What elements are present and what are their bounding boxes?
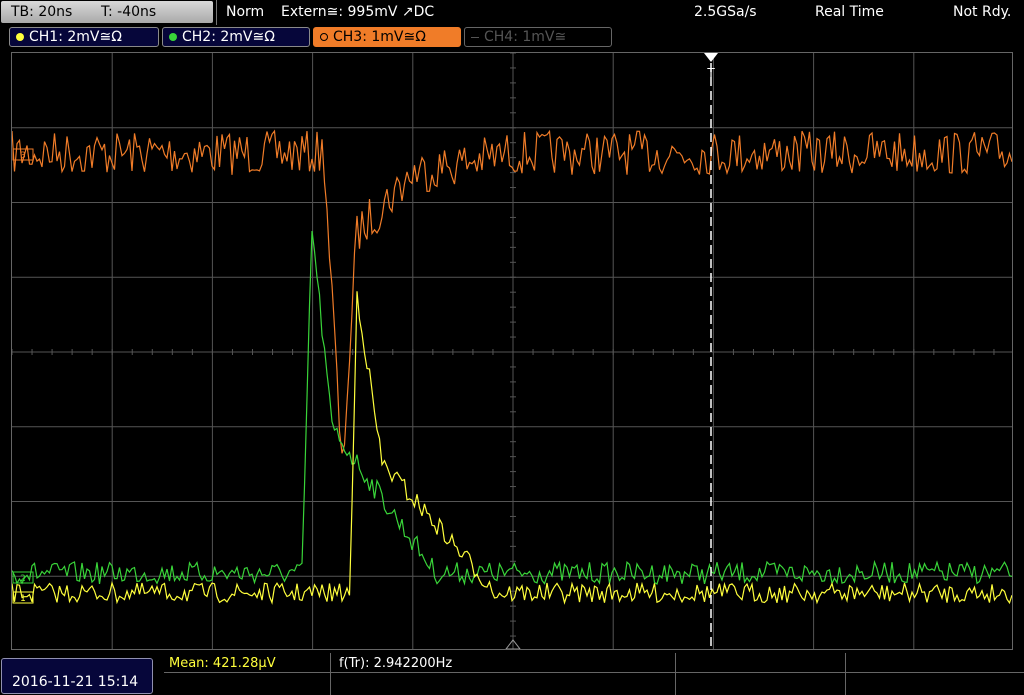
acquisition-mode[interactable]: Real Time [815, 4, 884, 20]
tab-ch1[interactable]: CH1: 2mV≅Ω [9, 27, 159, 47]
timebase-label: TB: 20ns [11, 4, 73, 20]
ch1-label: CH1: 2mV≅Ω [29, 29, 122, 45]
ch4-indicator-icon [471, 37, 479, 38]
freq-cell[interactable]: f(Tr): 2.942200Hz [331, 653, 676, 673]
empty-cell[interactable] [164, 673, 331, 695]
status-bar: TB: 20ns T: -40ns Norm Extern≅: 995mV ↗D… [0, 0, 1024, 25]
trigger-arrow-icon[interactable] [704, 53, 718, 62]
tab-ch3[interactable]: CH3: 1mV≅Ω [313, 27, 461, 47]
acquisition-state: Not Rdy. [953, 4, 1012, 20]
ch2-indicator-icon [169, 33, 177, 41]
tab-ch2[interactable]: CH2: 2mV≅Ω [162, 27, 310, 47]
channel-bar: CH1: 2mV≅Ω CH2: 2mV≅Ω CH3: 1mV≅Ω CH4: 1m… [0, 25, 1024, 49]
mean-measurement: Mean: 421.28µV [169, 656, 276, 671]
ch2-ref-label: 2 [20, 574, 26, 584]
mean-cell[interactable]: Mean: 421.28µV [164, 653, 331, 673]
trigger-mode[interactable]: Norm [226, 4, 264, 20]
datetime-box[interactable]: 2016-11-21 15:14 [1, 658, 153, 694]
ch2-label: CH2: 2mV≅Ω [182, 29, 275, 45]
waveform-display[interactable]: T 3 2 1 [11, 52, 1013, 650]
datetime: 2016-11-21 15:14 [12, 674, 139, 690]
waveform-canvas: T 3 2 1 [12, 53, 1012, 649]
ch3-ref-label: 3 [20, 151, 26, 161]
ch1-ref-label: 1 [20, 594, 26, 604]
empty-cell[interactable] [331, 673, 676, 695]
ch1-trace [12, 291, 1012, 605]
tab-ch4[interactable]: CH4: 1mV≅ [464, 27, 612, 47]
measurement-table: Mean: 421.28µV f(Tr): 2.942200Hz [164, 653, 1024, 695]
freq-measurement: f(Tr): 2.942200Hz [339, 656, 453, 671]
graticule [12, 53, 1012, 649]
trigger-time-label: T: -40ns [101, 4, 157, 20]
divider [216, 0, 217, 25]
timebase-box[interactable]: TB: 20ns T: -40ns [1, 1, 213, 23]
ch3-label: CH3: 1mV≅Ω [333, 29, 426, 45]
ch3-indicator-icon [320, 33, 328, 41]
ch1-indicator-icon [16, 33, 24, 41]
trigger-marker-label: T [706, 66, 715, 80]
empty-cell[interactable] [846, 653, 1024, 673]
ch4-label: CH4: 1mV≅ [484, 29, 567, 45]
empty-cell[interactable] [676, 673, 846, 695]
empty-cell[interactable] [676, 653, 846, 673]
sample-rate[interactable]: 2.5GSa/s [694, 4, 757, 20]
trigger-source[interactable]: Extern≅: 995mV ↗DC [281, 4, 434, 20]
